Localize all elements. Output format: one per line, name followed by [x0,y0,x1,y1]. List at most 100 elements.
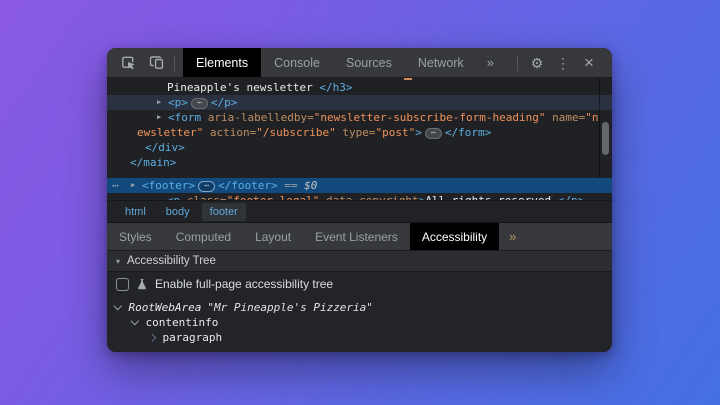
inspect-element-icon[interactable] [120,55,136,71]
code-token: type= [336,126,376,139]
main-tabs: ElementsConsoleSourcesNetwork [183,48,477,77]
tab-sources[interactable]: Sources [333,48,405,77]
a11y-name: "Mr Pineapple's Pizzeria" [207,300,373,315]
collapsed-content-ellipsis-icon[interactable]: ⋯ [198,181,215,192]
code-token: </p> [211,96,238,109]
a11y-role: paragraph [163,330,223,345]
expand-arrow-icon[interactable]: ▶ [131,178,135,193]
tab-console[interactable]: Console [261,48,333,77]
code-token: All rights reserved [425,194,557,200]
sidebar-tabs: StylesComputedLayoutEvent ListenersAcces… [107,222,612,250]
code-token: name= [546,111,586,124]
a11y-role: RootWebArea [129,300,202,315]
code-token: </form> [445,126,491,139]
code-token: $0 [304,179,317,192]
toolbar-divider [517,55,518,71]
scroll-marker [404,78,412,80]
breadcrumb-html[interactable]: html [117,203,154,221]
tab-elements[interactable]: Elements [183,48,261,77]
device-toolbar-icon [149,55,164,70]
code-token: ewsletter" [137,126,203,139]
sidebar-tab-accessibility[interactable]: Accessibility [410,223,499,250]
desktop-background: ElementsConsoleSourcesNetwork » ⚙ ⋮ × Pi… [0,0,720,405]
code-token: data-copyright [319,194,418,200]
a11y-tree-row[interactable]: contentinfo [107,315,612,330]
inspect-element-icon [121,55,136,70]
section-title: Accessibility Tree [127,255,216,267]
devtools-window: ElementsConsoleSourcesNetwork » ⚙ ⋮ × Pi… [107,48,612,352]
code-token: Pineapple's newsletter [167,81,319,94]
sidebar-tab-styles[interactable]: Styles [107,223,164,250]
collapse-triangle-icon: ▾ [116,257,120,266]
settings-gear-icon[interactable]: ⚙ [524,48,550,78]
code-line-content: </main> [107,155,176,170]
breadcrumb-footer[interactable]: footer [202,203,246,221]
code-line-content: Pineapple's newsletter </h3> [107,80,352,95]
collapsed-content-ellipsis-icon[interactable]: ⋯ [191,98,208,109]
code-token: <p [167,194,187,200]
tab-network[interactable]: Network [405,48,477,77]
accessibility-tree: RootWebArea "Mr Pineapple's Pizzeria"cont… [107,296,612,352]
more-sidebar-tabs-icon[interactable]: » [499,229,526,244]
code-token: </footer> [218,179,278,192]
code-token: aria-labelledby= [201,111,314,124]
devtools-toolbar: ElementsConsoleSourcesNetwork » ⚙ ⋮ × [107,48,612,78]
code-token: <form [168,111,201,124]
enable-full-page-checkbox[interactable] [116,278,129,291]
expand-arrow-icon[interactable]: ▶ [157,95,161,110]
code-token: </main> [130,156,176,169]
code-line[interactable]: ▶<form aria-labelledby="newsletter-subsc… [107,110,612,125]
code-token: "footer-legal" [227,194,320,200]
line-menu-dots-icon[interactable]: ⋯ [112,178,120,193]
code-line[interactable]: </main> [107,155,612,170]
code-token: "/subscribe" [256,126,335,139]
scrollbar-thumb[interactable] [602,122,609,155]
code-token: "n [585,111,598,124]
a11y-role: contentinfo [146,315,219,330]
accessibility-tree-section-header[interactable]: ▾ Accessibility Tree [107,250,612,272]
breadcrumb-body[interactable]: body [158,203,198,221]
code-line[interactable]: ▶<p>⋯</p> [107,95,612,110]
more-tabs-icon[interactable]: » [477,55,504,70]
sidebar-tab-event-listeners[interactable]: Event Listeners [303,223,410,250]
code-line-content: <p class="footer-legal" data-copyright>A… [107,193,584,200]
code-line[interactable]: ⋯▶<footer>⋯</footer> == $0 [107,178,612,193]
code-token: action= [203,126,256,139]
code-line[interactable]: Pineapple's newsletter </h3> [107,80,612,95]
code-line-content: <form aria-labelledby="newsletter-subscr… [107,110,599,125]
code-token: </div> [145,141,185,154]
code-token: class= [187,194,227,200]
code-line-content: <footer>⋯</footer> == $0 [107,178,317,193]
device-toolbar-icon[interactable] [148,55,164,71]
close-icon[interactable]: × [576,48,602,78]
code-line-content: ewsletter" action="/subscribe" type="pos… [107,125,491,140]
chevron-right-icon[interactable] [148,334,156,342]
code-token: <footer> [142,179,195,192]
full-page-a11y-row: Enable full-page accessibility tree [107,272,612,296]
code-line[interactable]: <p class="footer-legal" data-copyright>A… [107,193,612,200]
code-token: </h3> [319,81,352,94]
code-line-content: <p>⋯</p> [107,95,237,110]
code-token: "post" [375,126,415,139]
collapsed-content-ellipsis-icon[interactable]: ⋯ [425,128,442,139]
elements-dom-tree: Pineapple's newsletter </h3>▶<p>⋯</p>▶<f… [107,78,612,200]
code-token: == [278,179,305,192]
code-line[interactable]: ewsletter" action="/subscribe" type="pos… [107,125,612,140]
expand-arrow-icon[interactable]: ▶ [157,110,161,125]
code-token: </p> [558,194,585,200]
kebab-menu-icon[interactable]: ⋮ [550,48,576,78]
sidebar-tab-layout[interactable]: Layout [243,223,303,250]
a11y-tree-row[interactable]: RootWebArea "Mr Pineapple's Pizzeria" [107,300,612,315]
chevron-down-icon[interactable] [131,317,139,325]
a11y-tree-row[interactable]: paragraph [107,330,612,345]
dom-breadcrumb-bar: htmlbodyfooter [107,200,612,222]
code-line-content: </div> [107,140,185,155]
code-token: <p> [168,96,188,109]
sidebar-tab-computed[interactable]: Computed [164,223,243,250]
code-token: "newsletter-subscribe-form-heading" [314,111,546,124]
code-line[interactable]: </div> [107,140,612,155]
chevron-down-icon[interactable] [114,302,122,310]
code-token: > [415,126,422,139]
experiment-flask-icon [136,278,148,290]
scrollbar-track-edge [599,78,600,178]
